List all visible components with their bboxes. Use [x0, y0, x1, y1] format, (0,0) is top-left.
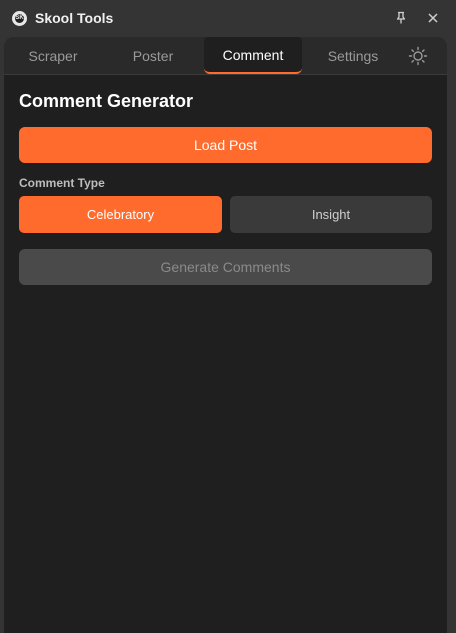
close-icon	[428, 13, 438, 23]
window-title: Skool Tools	[35, 10, 114, 26]
pin-button[interactable]	[392, 9, 410, 27]
title-bar: SK Skool Tools	[0, 0, 456, 36]
app-window: SK Skool Tools Scraper Poster Comment Se…	[0, 0, 456, 633]
app-logo-mark: SK	[15, 14, 24, 23]
page-title: Comment Generator	[19, 91, 194, 111]
tab-settings[interactable]: Settings	[304, 37, 402, 74]
tab-poster[interactable]: Poster	[104, 37, 202, 74]
app-logo-icon: SK	[12, 11, 27, 26]
close-button[interactable]	[424, 9, 442, 27]
comment-type-celebratory-button[interactable]: Celebratory	[19, 196, 222, 233]
tab-comment[interactable]: Comment	[204, 37, 302, 74]
load-post-button[interactable]: Load Post	[19, 127, 432, 163]
pin-icon	[396, 11, 406, 24]
results-area	[4, 297, 447, 633]
sun-icon	[408, 46, 428, 66]
main-panel: Scraper Poster Comment Settings Comment …	[4, 37, 447, 633]
tab-bar: Scraper Poster Comment Settings	[4, 37, 447, 75]
tab-scraper[interactable]: Scraper	[4, 37, 102, 74]
comment-type-insight-button[interactable]: Insight	[230, 196, 432, 233]
theme-toggle-button[interactable]	[408, 46, 428, 66]
comment-type-label: Comment Type	[19, 176, 105, 190]
generate-comments-button: Generate Comments	[19, 249, 432, 285]
